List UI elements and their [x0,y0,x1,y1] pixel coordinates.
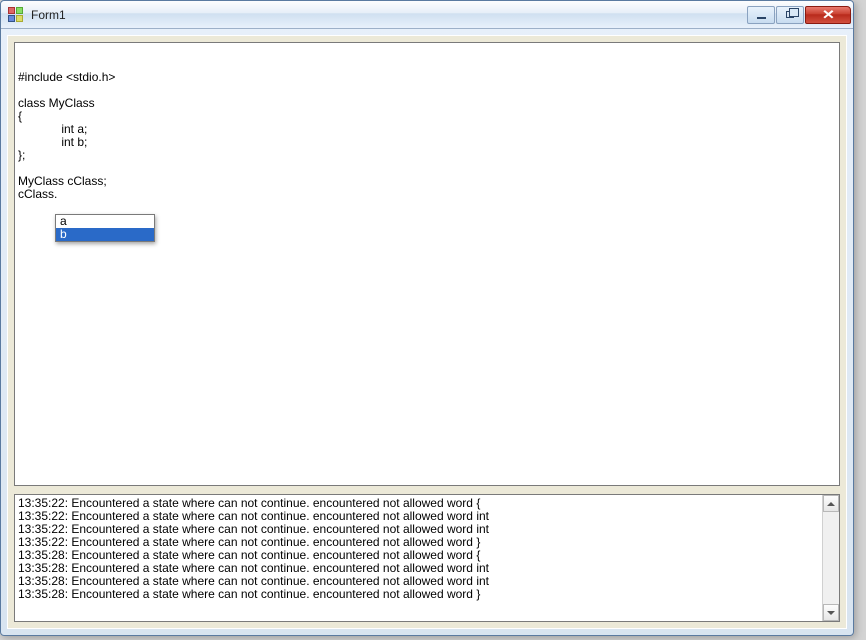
autocomplete-popup[interactable]: ab [55,214,155,242]
titlebar[interactable]: Form1 ✕ [1,1,853,29]
code-line[interactable]: MyClass cClass; [18,175,836,188]
app-icon [7,7,23,23]
scroll-track[interactable] [823,512,839,604]
minimize-icon [757,17,766,19]
log-line: 13:35:22: Encountered a state where can … [18,497,818,510]
client-area: #include <stdio.h> class MyClass{ int a;… [7,35,847,629]
close-icon: ✕ [821,7,834,23]
code-line[interactable]: int a; [18,123,836,136]
autocomplete-item[interactable]: b [56,228,154,241]
chevron-up-icon [827,502,835,506]
log-line: 13:35:22: Encountered a state where can … [18,536,818,549]
window-buttons: ✕ [747,6,851,24]
minimize-button[interactable] [747,6,775,24]
log-line: 13:35:28: Encountered a state where can … [18,588,818,601]
maximize-button[interactable] [776,6,804,24]
log-line: 13:35:22: Encountered a state where can … [18,523,818,536]
maximize-icon [786,11,794,18]
code-line[interactable]: }; [18,149,836,162]
scroll-down-button[interactable] [823,604,839,621]
scroll-up-button[interactable] [823,495,839,512]
code-editor[interactable]: #include <stdio.h> class MyClass{ int a;… [14,42,840,486]
log-line: 13:35:22: Encountered a state where can … [18,510,818,523]
autocomplete-item[interactable]: a [56,215,154,228]
code-line[interactable] [18,84,836,97]
log-line: 13:35:28: Encountered a state where can … [18,549,818,562]
log-pane[interactable]: 13:35:22: Encountered a state where can … [14,494,840,622]
code-line[interactable]: cClass. [18,188,836,201]
log-line: 13:35:28: Encountered a state where can … [18,562,818,575]
window-title: Form1 [29,8,747,22]
log-scrollbar[interactable] [822,495,839,621]
code-line[interactable]: int b; [18,136,836,149]
close-button[interactable]: ✕ [805,6,851,24]
code-line[interactable]: class MyClass [18,97,836,110]
code-line[interactable] [18,162,836,175]
code-line[interactable]: { [18,110,836,123]
window-frame: Form1 ✕ #include <stdio.h> class MyClass… [0,0,854,636]
log-line: 13:35:28: Encountered a state where can … [18,575,818,588]
code-line[interactable]: #include <stdio.h> [18,71,836,84]
chevron-down-icon [827,611,835,615]
